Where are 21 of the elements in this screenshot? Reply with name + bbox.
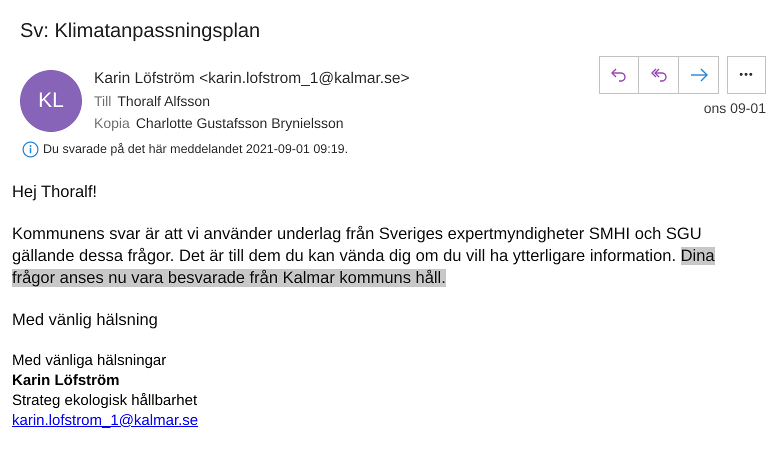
sender-name: Karin Löfström <karin.lofstrom_1@kalmar.se> [94,69,411,89]
signature-name: Karin Löfström [12,370,121,391]
recipient-name: Thoralf Alfsson [117,92,210,111]
recipient-label: Kopia [94,114,130,133]
more-button[interactable]: ••• [727,56,766,94]
signature-line: Med vänliga hälsningar [12,350,168,371]
body-paragraph: Med vänlig hälsning [12,310,159,331]
body-paragraph: Hej Thoralf! [12,182,98,203]
body-paragraph: Kommunens svar är att vi använder underlag från Sveriges expertmyndigheter SMHI och SGU gällande dessa frågor. Det är till dem du kan vända dig om du vill ha ytterligare information. Dina frågor anses nu vara besvarade från Kalmar kommuns håll. [12,224,716,289]
info-message: Du svarade på det här meddelandet 2021-09-01 09:19. [43,141,348,158]
info-icon [22,140,39,158]
reply-all-button[interactable] [639,56,679,94]
date: ons 09-01 [704,99,766,118]
forward-button[interactable] [679,56,719,94]
avatar: KL [20,70,82,132]
signature-line: Strateg ekologisk hållbarhet [12,390,198,411]
reply-button[interactable] [599,56,639,94]
email-link[interactable]: karin.lofstrom_1@kalmar.se [12,412,198,429]
recipient-label: Till [94,92,112,111]
email-subject: Sv: Klimatanpassningsplan [19,19,262,44]
recipient-name: Charlotte Gustafsson Brynielsson [136,114,344,133]
